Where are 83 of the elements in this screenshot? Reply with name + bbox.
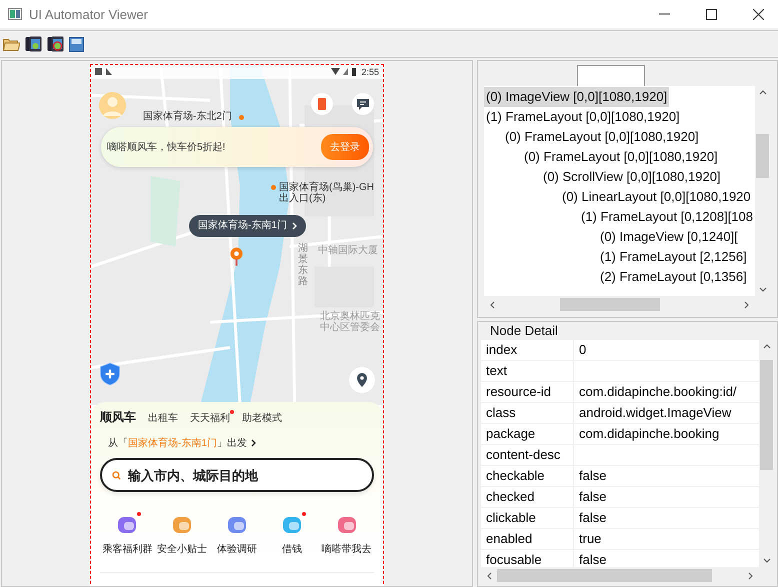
building-label: 北京奥林匹克中心区管委会: [319, 311, 381, 333]
ride-tab[interactable]: 天天福利: [190, 411, 230, 425]
property-value: false: [574, 508, 759, 528]
property-name: resource-id: [481, 382, 573, 402]
group-title: Node Detail: [490, 324, 559, 338]
scroll-right-icon[interactable]: [744, 300, 749, 308]
envelope-icon[interactable]: [311, 93, 333, 115]
poi-dot-icon: [239, 115, 244, 120]
tree-node[interactable]: (2) FrameLayout [0,1356]: [598, 267, 749, 287]
property-name: clickable: [481, 508, 573, 528]
property-name: content-desc: [481, 445, 573, 465]
scroll-down-icon[interactable]: [762, 558, 770, 563]
close-icon[interactable]: [753, 8, 764, 20]
scroll-down-icon[interactable]: [758, 287, 766, 292]
locate-icon[interactable]: [349, 367, 375, 393]
property-value: com.didapinche.booking: [574, 424, 759, 444]
shortcut-label[interactable]: 体验调研: [216, 542, 257, 556]
location-pin-icon: [230, 247, 243, 266]
ride-tab[interactable]: 顺风车: [100, 409, 136, 426]
property-name: package: [481, 424, 573, 444]
search-icon: [112, 471, 121, 480]
property-value: android.widget.ImageView: [574, 403, 759, 423]
save-icon[interactable]: [69, 36, 84, 52]
property-name: enabled: [481, 529, 573, 549]
maximize-icon[interactable]: [706, 8, 717, 20]
property-name: checked: [481, 487, 573, 507]
shortcut-label[interactable]: 借钱: [282, 542, 302, 556]
tree-node[interactable]: (0) LinearLayout [0,0][1080,1920: [560, 187, 753, 207]
poi-label: 国家体育场(鸟巢)-GH出入口(东): [279, 182, 375, 204]
departure-text[interactable]: 从「国家体育场-东南1门」出发: [108, 436, 247, 450]
property-value: false: [574, 487, 759, 507]
property-value: true: [574, 529, 759, 549]
tree-node[interactable]: (1) FrameLayout [0,0][1080,1920]: [484, 107, 682, 127]
scroll-left-icon[interactable]: [487, 572, 492, 580]
shortcut-label[interactable]: 乘客福利群: [102, 542, 152, 556]
road-label: 湖景东路: [298, 243, 308, 287]
scrollbar-thumb[interactable]: [756, 134, 769, 178]
property-name: text: [481, 361, 573, 381]
property-value: 0: [574, 340, 759, 360]
poi-dot-icon: [271, 185, 276, 190]
tree-node[interactable]: (0) ImageView [0,1240][: [598, 227, 740, 247]
scrollbar-thumb[interactable]: [497, 569, 712, 582]
shortcut-label[interactable]: 安全小贴士: [157, 542, 208, 556]
scroll-up-icon[interactable]: [758, 90, 766, 95]
chevron-icon: [292, 222, 297, 230]
ride-tab[interactable]: 助老模式: [242, 411, 282, 425]
building-label: 中轴国际大厦: [317, 245, 379, 256]
pickup-location-pill[interactable]: 国家体育场-东南1门: [189, 215, 306, 237]
tree-node[interactable]: (0) FrameLayout [0,0][1080,1920]: [522, 147, 720, 167]
property-name: focusable: [481, 550, 573, 567]
tree-node[interactable]: (0) ImageView [0,0][1080,1920]: [484, 87, 670, 107]
scroll-right-icon[interactable]: [748, 572, 753, 580]
minimize-icon[interactable]: [659, 13, 670, 15]
folder-icon[interactable]: [3, 37, 20, 51]
ride-tab[interactable]: 出租车: [148, 411, 178, 425]
property-value: false: [574, 466, 759, 486]
scrollbar-thumb[interactable]: [560, 298, 660, 311]
property-name: index: [481, 340, 573, 360]
scrollbar-thumb[interactable]: [760, 360, 773, 470]
status-time: 2:55: [361, 67, 379, 77]
property-name: class: [481, 403, 573, 423]
phone-icon[interactable]: [25, 36, 42, 52]
message-icon[interactable]: [352, 93, 374, 115]
poi-label: 国家体育场-东北2门: [143, 111, 232, 122]
signal-icon: [331, 68, 358, 76]
scroll-up-icon[interactable]: [762, 344, 770, 349]
destination-search-field[interactable]: 输入市内、城际目的地: [100, 458, 374, 492]
property-value: false: [574, 550, 759, 567]
property-name: checkable: [481, 466, 573, 486]
shortcut-label[interactable]: 嘀嗒带我去: [322, 542, 372, 556]
scroll-left-icon[interactable]: [490, 300, 495, 308]
app-icon: [8, 8, 22, 20]
tree-node[interactable]: (1) FrameLayout [2,1256]: [598, 247, 749, 267]
property-value: com.didapinche.booking:id/: [574, 382, 759, 402]
shield-plus-icon[interactable]: [99, 362, 121, 386]
phone-circle-icon[interactable]: [47, 36, 64, 52]
chevron-icon: [250, 439, 256, 447]
empty-tab[interactable]: [577, 65, 645, 86]
tree-node[interactable]: (0) ScrollView [0,0][1080,1920]: [541, 167, 723, 187]
tree-node[interactable]: (0) FrameLayout [0,0][1080,1920]: [503, 127, 701, 147]
promo-text: 嘀嗒顺风车，快车价5折起!: [107, 140, 226, 154]
window-title: UI Automator Viewer: [29, 6, 148, 22]
tree-node[interactable]: (1) FrameLayout [0,1208][108: [579, 207, 755, 227]
